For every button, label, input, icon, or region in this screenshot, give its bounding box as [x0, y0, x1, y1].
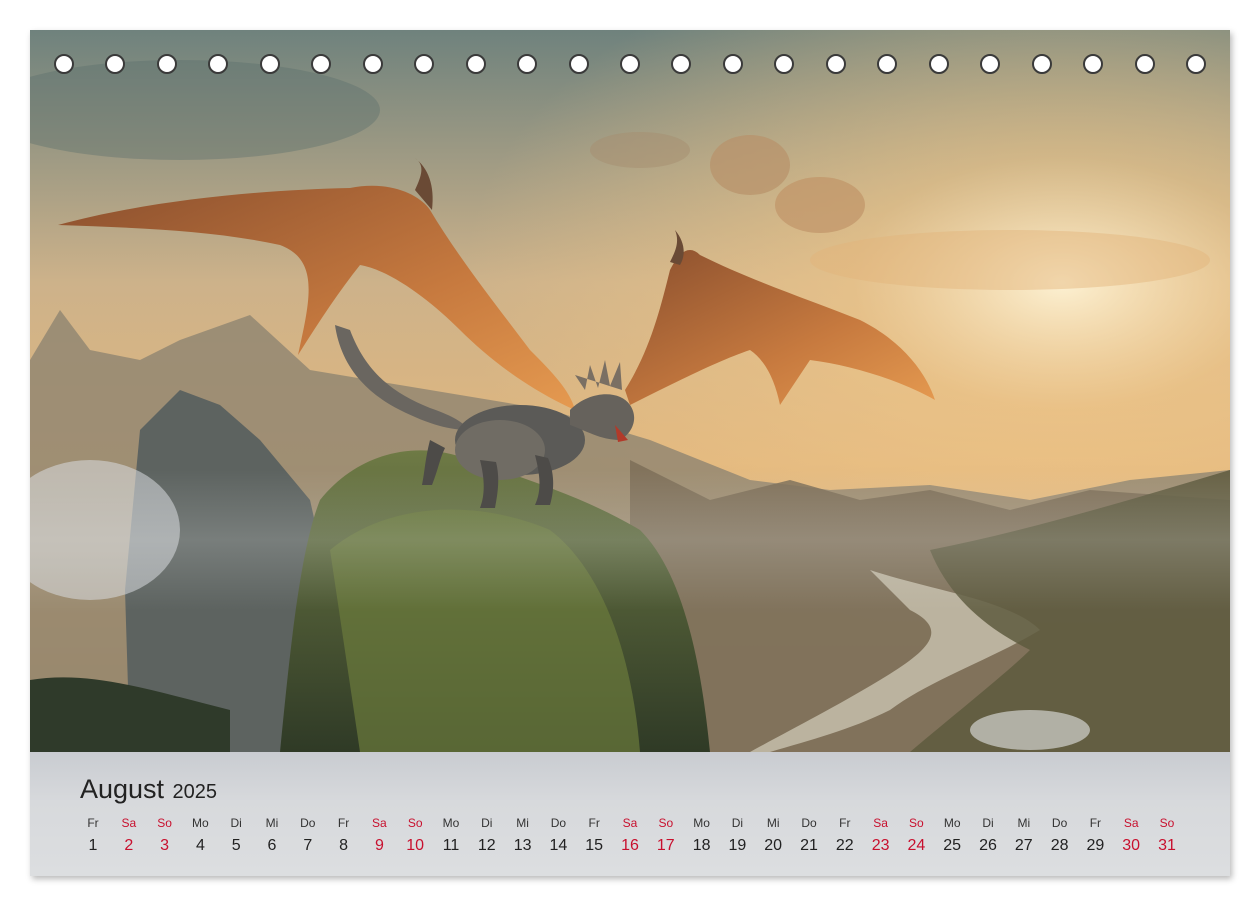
binding-hole [980, 54, 1001, 74]
day-number: 21 [800, 837, 818, 854]
day-number: 31 [1158, 837, 1176, 854]
day-number: 13 [513, 837, 532, 854]
binding-hole [825, 54, 846, 74]
day-number: 6 [267, 837, 277, 854]
binding-hole [877, 54, 898, 74]
day-number: 17 [656, 837, 675, 854]
month-heading: August 2025 [80, 774, 217, 805]
day-number: 23 [871, 837, 890, 854]
day-number: 18 [692, 837, 711, 854]
weekday-label: Do [300, 816, 316, 830]
day-number: 7 [303, 837, 313, 854]
day-number: 26 [979, 837, 997, 854]
binding-hole [517, 54, 538, 74]
day-number: 30 [1122, 837, 1141, 854]
binding-hole [1186, 54, 1206, 74]
weekday-label: Mo [442, 816, 460, 830]
binding-hole [259, 54, 280, 74]
weekday-label: Fr [1089, 816, 1102, 830]
binding-hole [156, 54, 177, 74]
day-number: 10 [406, 837, 425, 854]
binding-hole [722, 54, 743, 74]
weekday-label: Di [481, 816, 493, 830]
weekday-label: Do [801, 816, 817, 830]
binding-hole [774, 54, 795, 74]
binding-hole [568, 54, 589, 74]
weekday-label: Sa [1123, 816, 1139, 830]
weekday-label: Fr [588, 816, 600, 830]
binding-hole [1031, 54, 1052, 74]
weekday-label: Mi [1017, 816, 1031, 830]
binding-hole [620, 54, 640, 74]
day-number: 22 [835, 837, 854, 854]
day-number: 3 [160, 837, 170, 854]
binding-hole [928, 54, 949, 74]
day-number: 16 [621, 837, 639, 854]
day-number: 8 [339, 837, 349, 854]
weekday-label: Di [230, 816, 242, 830]
weekday-label: Fr [337, 816, 350, 830]
day-number: 9 [374, 837, 384, 854]
weekday-label: Fr [87, 816, 99, 830]
binding-holes [30, 54, 1230, 80]
weekday-label: Do [550, 816, 567, 830]
weekday-label: Di [731, 816, 744, 830]
weekday-label: Mo [192, 816, 209, 830]
calendar-strip: August 2025 Fr 1 Sa 2 So 3 Mo 4 Di 5 Mi 6 Do 7 Fr 8 Sa 9 S… [30, 752, 1230, 876]
day-number: 4 [195, 837, 205, 854]
day-number: 1 [88, 837, 98, 854]
month-year: 2025 [172, 781, 218, 803]
day-number: 28 [1050, 837, 1069, 854]
day-number: 19 [728, 837, 747, 854]
binding-hole [1134, 54, 1155, 74]
weekday-label: Mi [516, 816, 529, 830]
day-number: 11 [442, 837, 460, 854]
weekday-label: Do [1051, 816, 1068, 830]
binding-hole [54, 54, 74, 74]
day-number: 12 [477, 837, 496, 854]
weekday-label: So [658, 816, 674, 830]
weekday-label: Mi [265, 816, 279, 830]
binding-hole [1083, 54, 1104, 74]
dragon-landscape-photo [30, 30, 1230, 752]
weekday-label: Sa [622, 816, 638, 830]
binding-hole [465, 54, 486, 74]
day-number: 5 [231, 837, 241, 854]
day-number: 25 [943, 837, 962, 854]
calendar-page: August 2025 Fr 1 Sa 2 So 3 Mo 4 Di 5 Mi 6 Do 7 Fr 8 Sa 9 S… [30, 30, 1230, 876]
day-number: 27 [1014, 837, 1033, 854]
weekday-label: Sa [873, 816, 888, 830]
weekday-label: Sa [121, 816, 137, 830]
binding-hole [362, 54, 383, 74]
weekday-label: Fr [839, 816, 851, 830]
month-name: August [80, 774, 165, 804]
binding-hole [311, 54, 332, 74]
binding-hole [671, 54, 692, 74]
day-number: 29 [1086, 837, 1105, 854]
weekday-label: Mo [943, 816, 961, 830]
binding-hole [414, 54, 435, 74]
day-number: 15 [585, 837, 604, 854]
weekday-label: So [407, 816, 423, 830]
weekday-label: Mi [766, 816, 780, 830]
weekday-label: Sa [372, 816, 387, 830]
landscape-illustration [30, 30, 1230, 752]
weekday-label: Mo [693, 816, 710, 830]
weekday-label: So [157, 816, 172, 830]
weekday-label: Di [982, 816, 994, 830]
day-number: 20 [764, 837, 783, 854]
day-number: 2 [124, 837, 134, 854]
weekday-label: So [909, 816, 924, 830]
weekday-label: So [1159, 816, 1175, 830]
day-number: 24 [907, 837, 926, 854]
day-number: 14 [549, 837, 568, 854]
binding-hole [208, 54, 229, 74]
binding-hole [105, 54, 126, 74]
